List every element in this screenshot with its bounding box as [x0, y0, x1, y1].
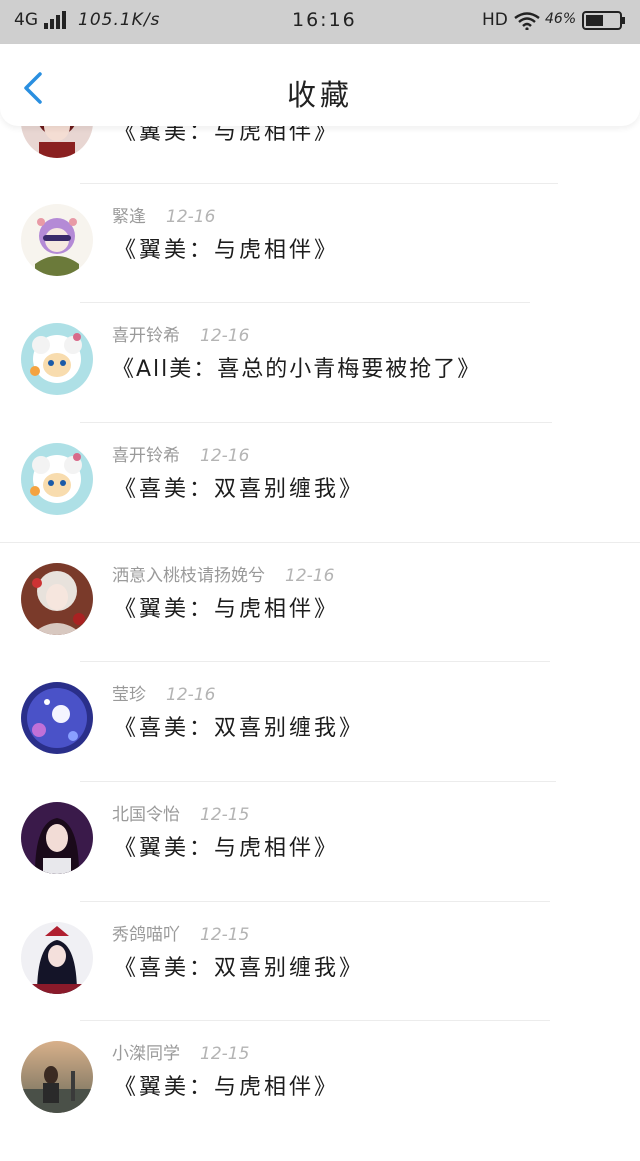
item-meta: 洒意入桃枝请扬娩兮 12-16 — [112, 561, 334, 586]
network-type: 4G — [14, 10, 38, 30]
divider — [80, 781, 556, 782]
item-title: 《翼美：与虎相伴》 — [114, 238, 340, 263]
divider — [80, 422, 552, 423]
author-name: 北国令怡 — [112, 805, 180, 825]
item-meta: 莹珍 12-16 — [112, 680, 215, 705]
clock: 16:16 — [292, 9, 357, 31]
list-item[interactable]: 洒意入桃枝请扬娩兮 12-16 《翼美：与虎相伴》 — [0, 542, 640, 683]
divider — [80, 901, 550, 902]
author-name: 秀鸽喵吖 — [112, 925, 180, 945]
divider — [0, 542, 640, 543]
avatar — [21, 922, 93, 994]
battery-percent: 46% — [545, 11, 577, 27]
list-item[interactable]: 緊逢 12-16 《翼美：与虎相伴》 — [0, 183, 640, 324]
favorites-list: 《翼美：与虎相伴》 緊逢 12-16 《翼美：与虎相伴》 喜开铃希 12-16 《A… — [0, 0, 640, 1138]
author-name: 小滐同学 — [112, 1044, 180, 1064]
avatar — [21, 443, 93, 515]
list-item[interactable]: 喜开铃希 12-16 《All美：喜总的小青梅要被抢了》 — [0, 302, 640, 443]
author-name: 緊逢 — [112, 207, 146, 227]
divider — [80, 661, 550, 662]
divider — [80, 1020, 550, 1021]
avatar — [21, 204, 93, 276]
post-date: 12-16 — [166, 685, 216, 705]
author-name: 莹珍 — [112, 685, 146, 705]
page-title: 收藏 — [286, 78, 353, 112]
battery-icon — [582, 11, 625, 30]
avatar — [21, 563, 93, 635]
network-speed: 105.1K/s — [78, 10, 161, 30]
post-date: 12-16 — [200, 446, 250, 466]
list-item[interactable]: 秀鸽喵吖 12-15 《喜美：双喜别缠我》 — [0, 901, 640, 1042]
signal-icon — [44, 11, 66, 29]
item-meta: 小滐同学 12-15 — [112, 1039, 249, 1064]
item-title: 《喜美：双喜别缠我》 — [114, 477, 365, 502]
item-meta: 北国令怡 12-15 — [112, 800, 249, 825]
list-item[interactable]: 北国令怡 12-15 《翼美：与虎相伴》 — [0, 781, 640, 922]
avatar — [21, 802, 93, 874]
status-bar: 4G 105.1K/s 16:16 HD 46% — [0, 0, 640, 44]
item-meta: 緊逢 12-16 — [112, 202, 215, 227]
item-meta: 喜开铃希 12-16 — [112, 441, 249, 466]
post-date: 12-15 — [200, 925, 250, 945]
post-date: 12-15 — [200, 1044, 250, 1064]
author-name: 喜开铃希 — [112, 446, 180, 466]
hd-label: HD — [482, 10, 508, 30]
item-title: 《翼美：与虎相伴》 — [114, 1075, 340, 1100]
author-name: 洒意入桃枝请扬娩兮 — [112, 566, 265, 586]
item-title: 《All美：喜总的小青梅要被抢了》 — [112, 357, 482, 382]
post-date: 12-16 — [166, 207, 216, 227]
nav-header: 收藏 — [0, 44, 640, 126]
avatar — [21, 1041, 93, 1113]
item-title: 《喜美：双喜别缠我》 — [114, 716, 365, 741]
divider — [80, 302, 530, 303]
divider — [80, 183, 558, 184]
post-date: 12-16 — [285, 566, 335, 586]
item-meta: 喜开铃希 12-16 — [112, 321, 249, 346]
item-title: 《翼美：与虎相伴》 — [114, 597, 340, 622]
post-date: 12-15 — [200, 805, 250, 825]
list-item[interactable]: 喜开铃希 12-16 《喜美：双喜别缠我》 — [0, 422, 640, 563]
author-name: 喜开铃希 — [112, 326, 180, 346]
item-title: 《喜美：双喜别缠我》 — [114, 956, 365, 981]
avatar — [21, 323, 93, 395]
item-meta: 秀鸽喵吖 12-15 — [112, 920, 249, 945]
avatar — [21, 682, 93, 754]
item-title: 《翼美：与虎相伴》 — [114, 836, 340, 861]
post-date: 12-16 — [200, 326, 250, 346]
list-item[interactable]: 莹珍 12-16 《喜美：双喜别缠我》 — [0, 661, 640, 802]
wifi-icon — [514, 12, 540, 30]
list-item[interactable]: 小滐同学 12-15 《翼美：与虎相伴》 — [0, 1020, 640, 1161]
